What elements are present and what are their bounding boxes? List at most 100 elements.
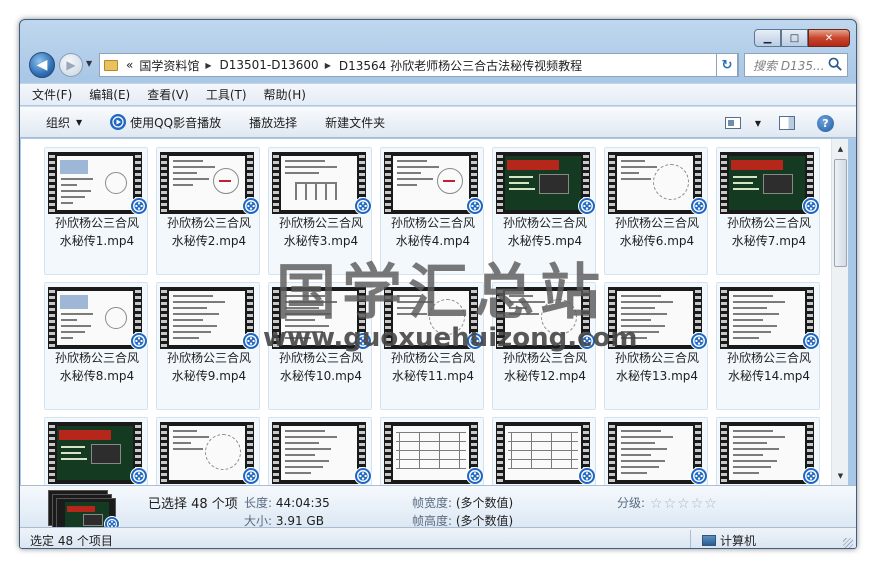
video-thumbnail: [608, 422, 702, 484]
file-name-line2: 水秘传1.mp4: [59, 234, 135, 248]
history-dropdown-icon[interactable]: ▼: [86, 59, 92, 68]
file-name-line1: 孙欣杨公三合风: [614, 216, 699, 230]
menu-tools[interactable]: 工具(T): [206, 86, 247, 103]
file-item[interactable]: [492, 417, 596, 485]
play-selection-button[interactable]: 播放选择: [249, 114, 297, 131]
file-name-line1: 孙欣杨公三合风: [166, 216, 251, 230]
file-name: 孙欣杨公三合风 水秘传2.mp4: [157, 214, 261, 250]
file-item[interactable]: 孙欣杨公三合风 水秘传3.mp4: [268, 147, 372, 275]
video-thumbnail: [720, 152, 814, 214]
resize-grip[interactable]: [843, 538, 853, 548]
video-thumbnail: [720, 287, 814, 349]
file-item[interactable]: 孙欣杨公三合风 水秘传13.mp4: [604, 282, 708, 410]
qq-video-icon: [802, 467, 820, 485]
details-pane: 已选择 48 个项 长度: 44:04:35 大小: 3.91 GB 帧宽度: …: [20, 485, 856, 534]
minimize-button[interactable]: ▁: [754, 29, 781, 47]
menu-file[interactable]: 文件(F): [32, 86, 72, 103]
rating-star-icon[interactable]: ☆: [650, 496, 663, 512]
menu-help[interactable]: 帮助(H): [264, 86, 306, 103]
file-name-line2: 水秘传9.mp4: [171, 369, 247, 383]
file-name-line1: 孙欣杨公三合风: [726, 351, 811, 365]
refresh-button[interactable]: ↻: [716, 53, 738, 77]
file-item[interactable]: 孙欣杨公三合风 水秘传10.mp4: [268, 282, 372, 410]
file-item[interactable]: [156, 417, 260, 485]
menu-edit[interactable]: 编辑(E): [89, 86, 130, 103]
file-item[interactable]: 孙欣杨公三合风 水秘传4.mp4: [380, 147, 484, 275]
rating-star-icon[interactable]: ☆: [664, 496, 677, 512]
scroll-thumb[interactable]: [834, 159, 847, 267]
scroll-up-icon[interactable]: ▲: [832, 140, 849, 157]
preview-pane-icon[interactable]: [779, 116, 795, 130]
length-value: 44:04:35: [275, 496, 330, 510]
file-grid: 孙欣杨公三合风 水秘传1.mp4 孙欣杨公三合风 水秘传2.mp4 孙欣杨公三合风 水秘传…: [44, 147, 820, 485]
file-item[interactable]: [380, 417, 484, 485]
status-selection: 选定 48 个项目: [30, 534, 113, 548]
status-divider: [690, 530, 691, 548]
file-item[interactable]: 孙欣杨公三合风 水秘传8.mp4: [44, 282, 148, 410]
frame-width-value: (多个数值): [455, 496, 514, 510]
file-name-line2: 水秘传3.mp4: [283, 234, 359, 248]
file-name: 孙欣杨公三合风 水秘传7.mp4: [717, 214, 821, 250]
file-item[interactable]: 孙欣杨公三合风 水秘传11.mp4: [380, 282, 484, 410]
file-list[interactable]: 孙欣杨公三合风 水秘传1.mp4 孙欣杨公三合风 水秘传2.mp4 孙欣杨公三合风 水秘传…: [21, 139, 831, 485]
file-item[interactable]: 孙欣杨公三合风 水秘传6.mp4: [604, 147, 708, 275]
rating-key-label: 分级:: [617, 496, 646, 510]
search-input[interactable]: 搜索 D135...: [744, 53, 848, 77]
breadcrumb-overflow-icon[interactable]: «: [126, 58, 133, 72]
view-options-icon[interactable]: [724, 117, 741, 129]
breadcrumb-item-current[interactable]: D13564 孙欣老师杨公三合古法秘传视频教程: [339, 57, 582, 74]
organize-button[interactable]: 组织 ▼: [46, 114, 82, 131]
qq-video-icon: [578, 467, 596, 485]
breadcrumb-item-range[interactable]: D13501-D13600: [220, 58, 319, 72]
video-thumbnail: [48, 287, 142, 349]
file-item[interactable]: [44, 417, 148, 485]
file-name: 孙欣杨公三合风 水秘传9.mp4: [157, 349, 261, 385]
back-button[interactable]: ◀: [29, 52, 55, 78]
status-computer-label: 计算机: [720, 534, 757, 548]
breadcrumb-separator-icon[interactable]: ▶: [325, 61, 331, 70]
file-item[interactable]: 孙欣杨公三合风 水秘传9.mp4: [156, 282, 260, 410]
chevron-down-icon: ▼: [76, 117, 83, 127]
vertical-scrollbar[interactable]: ▲ ▼: [831, 139, 848, 485]
explorer-window: ▁ □ ✕ ◀ ▶ ▼ « 国学资料馆 ▶ D13501-D13600 ▶ D1…: [19, 19, 857, 549]
file-item[interactable]: 孙欣杨公三合风 水秘传5.mp4: [492, 147, 596, 275]
file-item[interactable]: [716, 417, 820, 485]
rating-star-icon[interactable]: ☆: [677, 496, 690, 512]
caption-buttons: ▁ □ ✕: [754, 29, 850, 47]
scroll-down-icon[interactable]: ▼: [832, 467, 849, 484]
rating-star-icon[interactable]: ☆: [691, 496, 704, 512]
play-qq-button[interactable]: 使用QQ影音播放: [110, 114, 221, 131]
qq-video-icon: [578, 197, 596, 215]
file-item[interactable]: 孙欣杨公三合风 水秘传2.mp4: [156, 147, 260, 275]
breadcrumb-item-root[interactable]: 国学资料馆: [139, 57, 199, 74]
file-name-line1: 孙欣杨公三合风: [614, 351, 699, 365]
address-bar[interactable]: « 国学资料馆 ▶ D13501-D13600 ▶ D13564 孙欣老师杨公三…: [99, 53, 739, 77]
rating-stars[interactable]: ☆ ☆ ☆ ☆ ☆: [650, 496, 718, 512]
maximize-button[interactable]: □: [781, 29, 808, 47]
help-icon[interactable]: ?: [817, 114, 834, 132]
menu-view[interactable]: 查看(V): [147, 86, 189, 103]
close-button[interactable]: ✕: [808, 29, 850, 47]
search-icon[interactable]: [828, 57, 843, 72]
file-item[interactable]: [268, 417, 372, 485]
file-name: 孙欣杨公三合风 水秘传3.mp4: [269, 214, 373, 250]
file-item[interactable]: 孙欣杨公三合风 水秘传1.mp4: [44, 147, 148, 275]
rating-star-icon[interactable]: ☆: [704, 496, 717, 512]
file-name-line2: 水秘传4.mp4: [395, 234, 471, 248]
video-thumbnail: [384, 422, 478, 484]
qq-video-icon: [578, 332, 596, 350]
file-name: 孙欣杨公三合风 水秘传10.mp4: [269, 349, 373, 385]
breadcrumb-separator-icon[interactable]: ▶: [205, 61, 211, 70]
file-item[interactable]: 孙欣杨公三合风 水秘传12.mp4: [492, 282, 596, 410]
file-item[interactable]: [604, 417, 708, 485]
forward-button[interactable]: ▶: [59, 53, 83, 77]
video-thumbnail: [384, 152, 478, 214]
file-item[interactable]: 孙欣杨公三合风 水秘传14.mp4: [716, 282, 820, 410]
view-chevron-down-icon[interactable]: ▼: [755, 119, 761, 128]
new-folder-button[interactable]: 新建文件夹: [325, 114, 385, 131]
file-name-line1: 孙欣杨公三合风: [54, 351, 139, 365]
file-item[interactable]: 孙欣杨公三合风 水秘传7.mp4: [716, 147, 820, 275]
toolbar-right: ▼ ?: [724, 107, 856, 139]
video-thumbnail: [272, 152, 366, 214]
length-field: 长度: 44:04:35: [244, 494, 330, 511]
